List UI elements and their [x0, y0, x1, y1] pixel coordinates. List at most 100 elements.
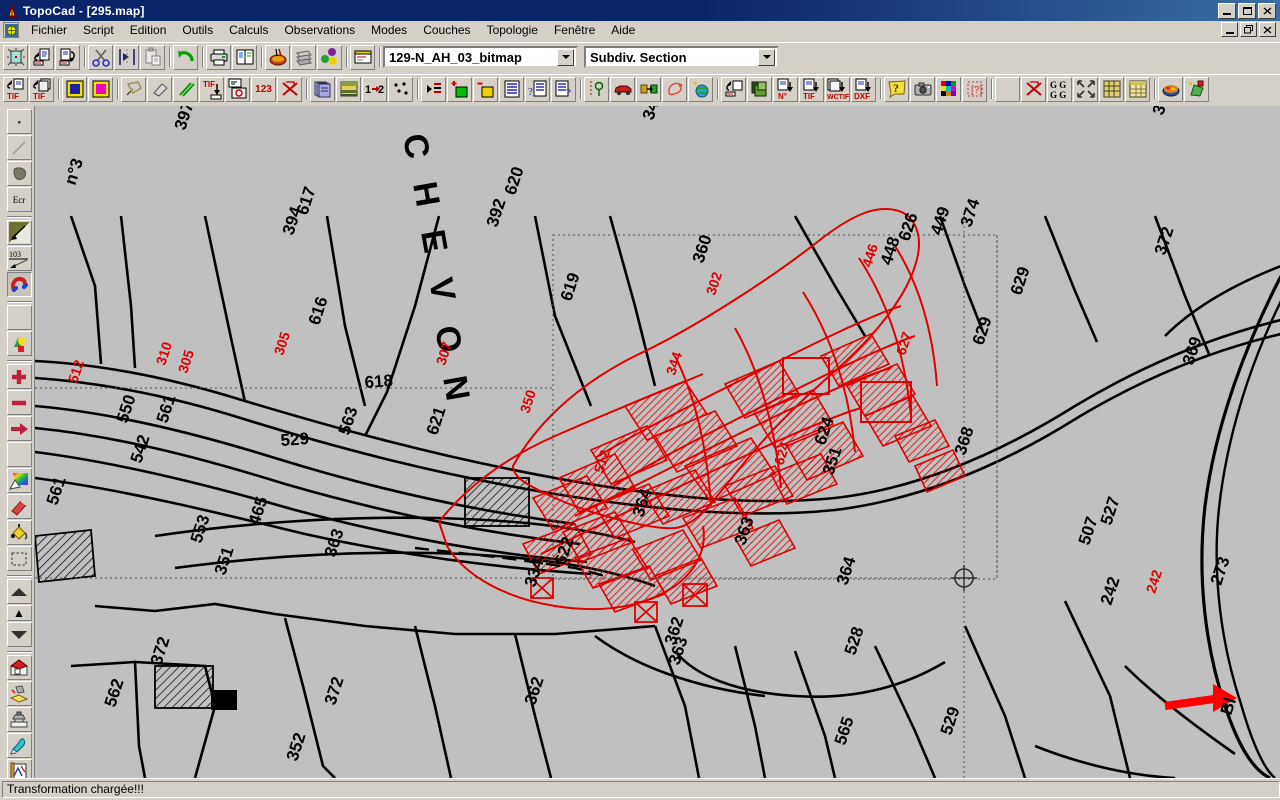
menu-modes[interactable]: Modes — [363, 21, 415, 39]
color-grid-icon[interactable] — [936, 77, 961, 102]
layer-down-button[interactable] — [7, 622, 32, 647]
export-num-icon[interactable]: N° — [773, 77, 798, 102]
menu-fenetre[interactable]: Fenêtre — [546, 21, 603, 39]
listing-query-icon[interactable]: ? — [525, 77, 550, 102]
stamp-tool[interactable] — [7, 707, 32, 732]
close-button[interactable] — [1258, 3, 1276, 19]
new-map-icon[interactable] — [3, 45, 28, 70]
help-balloon-icon[interactable]: ? — [884, 77, 909, 102]
polygon-edit-icon[interactable] — [662, 77, 687, 102]
globe-icon[interactable] — [688, 77, 713, 102]
delete-g-icon[interactable] — [1021, 77, 1046, 102]
grid-calc-icon[interactable] — [1099, 77, 1124, 102]
print-preview-icon[interactable] — [232, 45, 257, 70]
zoom-in-tool[interactable] — [7, 364, 32, 389]
menu-script[interactable]: Script — [75, 21, 122, 39]
raster-strip-icon[interactable] — [336, 77, 361, 102]
magenta-frame-icon[interactable] — [88, 77, 113, 102]
chevron-down-icon[interactable] — [557, 49, 574, 66]
mdi-minimize-button[interactable] — [1221, 22, 1238, 37]
listing-help-icon[interactable]: ? — [551, 77, 576, 102]
gauss-g-icon[interactable] — [995, 77, 1020, 102]
layers-stack-icon[interactable] — [291, 45, 316, 70]
chevron-down-icon[interactable] — [758, 49, 775, 66]
eraser-tool[interactable] — [7, 494, 32, 519]
export-tif-icon[interactable]: TIF — [29, 77, 54, 102]
fill-bucket-tool[interactable] — [7, 520, 32, 545]
menu-topologie[interactable]: Topologie — [479, 21, 546, 39]
layer-number-field[interactable]: ▲ — [7, 605, 32, 621]
paste-clipboard-icon[interactable] — [140, 45, 165, 70]
menu-aide[interactable]: Aide — [603, 21, 643, 39]
transform-icon[interactable] — [636, 77, 661, 102]
parallel-lines-icon[interactable] — [173, 77, 198, 102]
add-green-icon[interactable] — [447, 77, 472, 102]
undo-arrow-icon[interactable] — [173, 45, 198, 70]
mirror-paste-icon[interactable] — [114, 45, 139, 70]
text-tool[interactable]: Ecr — [7, 187, 32, 212]
unknown-box-icon[interactable]: [?] — [962, 77, 987, 102]
export-dxf-icon[interactable]: DXF — [851, 77, 876, 102]
polygon-tool[interactable] — [7, 161, 32, 186]
distance-103-tool[interactable]: 103 — [7, 246, 32, 271]
gggg-icon[interactable]: G G G G — [1047, 77, 1072, 102]
export-block-icon[interactable] — [721, 77, 746, 102]
eraser-icon[interactable] — [147, 77, 172, 102]
line-tool[interactable] — [7, 135, 32, 160]
section-combo[interactable]: Subdiv. Section — [584, 46, 779, 68]
menu-observations[interactable]: Observations — [276, 21, 363, 39]
maximize-button[interactable] — [1238, 3, 1256, 19]
menu-fichier[interactable]: Fichier — [23, 21, 75, 39]
export-wctif-icon[interactable]: WCTIF — [825, 77, 850, 102]
mdi-close-button[interactable] — [1259, 22, 1276, 37]
attributes-table-icon[interactable] — [225, 77, 250, 102]
shapes-color-tool[interactable] — [7, 331, 32, 356]
select-polygon-icon[interactable] — [121, 77, 146, 102]
minimize-button[interactable] — [1218, 3, 1236, 19]
delete-cross-icon[interactable] — [277, 77, 302, 102]
observations-tool[interactable] — [7, 305, 32, 330]
menu-couches[interactable]: Couches — [415, 21, 478, 39]
menu-edition[interactable]: Edition — [122, 21, 175, 39]
palette-dish-icon[interactable] — [1158, 77, 1183, 102]
colors-balls-icon[interactable] — [317, 45, 342, 70]
print-icon[interactable] — [206, 45, 231, 70]
palette-brush-icon[interactable] — [265, 45, 290, 70]
renumber-icon[interactable]: 1 2 — [362, 77, 387, 102]
map-canvas[interactable]: C H E V O N 397 n°3 617 394 620 392 343 … — [34, 106, 1280, 778]
table-grid-icon[interactable] — [1125, 77, 1150, 102]
zoom-out-tool[interactable] — [7, 390, 32, 415]
camera-icon[interactable] — [910, 77, 935, 102]
layer-up-button[interactable] — [7, 579, 32, 604]
mailbox-icon[interactable] — [350, 45, 375, 70]
tif-save-icon[interactable]: TIF — [199, 77, 224, 102]
pan-right-tool[interactable] — [7, 416, 32, 441]
point-list-icon[interactable] — [421, 77, 446, 102]
building-tool[interactable] — [7, 655, 32, 680]
car-icon[interactable] — [610, 77, 635, 102]
save-file-icon[interactable] — [55, 45, 80, 70]
document-icon[interactable] — [3, 22, 19, 38]
point-tool[interactable] — [7, 109, 32, 134]
stamp-polygon-icon[interactable] — [1184, 77, 1209, 102]
magnet-snap-tool[interactable] — [7, 272, 32, 297]
copy-pages-icon[interactable] — [310, 77, 335, 102]
query-tool[interactable] — [7, 442, 32, 467]
layer-combo[interactable]: 129-N_AH_03_bitmap — [383, 46, 578, 68]
blue-frame-icon[interactable] — [62, 77, 87, 102]
remove-yellow-icon[interactable] — [473, 77, 498, 102]
export-tif2-icon[interactable]: TIF — [799, 77, 824, 102]
open-file-icon[interactable] — [29, 45, 54, 70]
direction-tool[interactable] — [7, 220, 32, 245]
listing-icon[interactable] — [499, 77, 524, 102]
menu-outils[interactable]: Outils — [174, 21, 221, 39]
duplicate-layers-icon[interactable] — [747, 77, 772, 102]
fit-extents-icon[interactable] — [1073, 77, 1098, 102]
measure-icon[interactable] — [584, 77, 609, 102]
rainbow-palette-tool[interactable] — [7, 468, 32, 493]
cadastral-map[interactable]: C H E V O N 397 n°3 617 394 620 392 343 … — [35, 106, 1280, 778]
cut-scissors-icon[interactable] — [88, 45, 113, 70]
marquee-select-tool[interactable] — [7, 546, 32, 571]
import-tif-icon[interactable]: TIF — [3, 77, 28, 102]
terrain-tool[interactable] — [7, 681, 32, 706]
